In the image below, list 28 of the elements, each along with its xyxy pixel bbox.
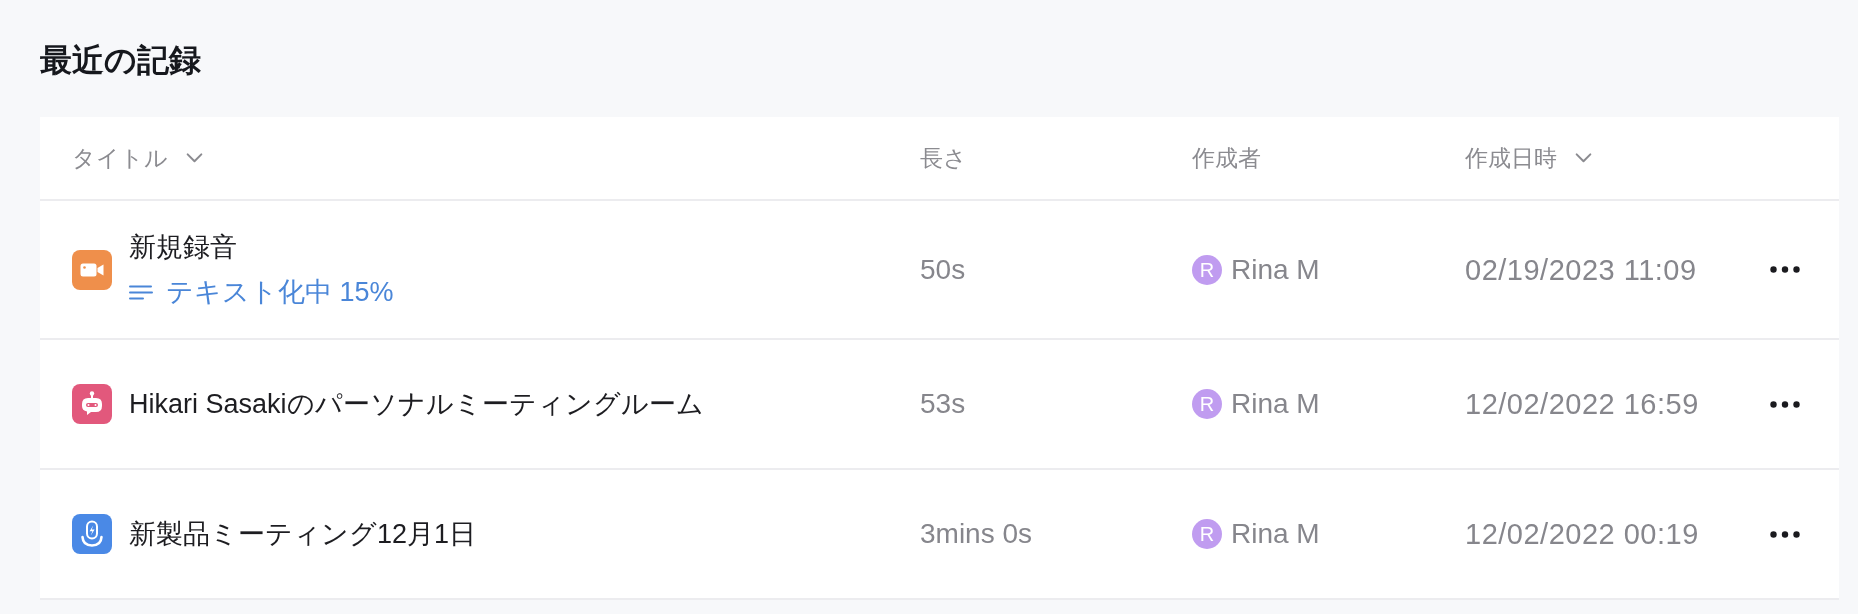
more-icon (1770, 400, 1800, 408)
column-header: 作成者 (1192, 144, 1261, 173)
microphone-icon (72, 514, 112, 554)
created-date: 02/19/2023 11:09 (1465, 252, 1697, 287)
creator-name: Rina M (1231, 387, 1320, 421)
user-avatar: R (1192, 389, 1222, 419)
video-camera-icon (72, 249, 112, 290)
caret-icon (186, 153, 203, 163)
page-title: 最近の記録 (40, 41, 201, 80)
creator-name: Rina M (1231, 517, 1320, 551)
recording-title[interactable]: 新規録音 (129, 231, 394, 263)
creator-name: Rina M (1231, 252, 1320, 287)
column-header: 長さ (920, 144, 967, 173)
caret-icon (1575, 153, 1592, 163)
recording-title[interactable]: Hikari Sasakiのパーソナルミーティングルーム (129, 388, 704, 420)
created-date: 12/02/2022 16:59 (1465, 387, 1699, 421)
duration-text: 53s (920, 387, 966, 421)
recording-title[interactable]: 新製品ミーティング12月1日 (129, 518, 477, 550)
robot-icon (72, 384, 112, 424)
more-icon (1770, 266, 1800, 273)
duration-text: 50s (920, 252, 966, 287)
more-icon (1770, 530, 1800, 538)
user-avatar: R (1192, 254, 1222, 285)
lines-icon (129, 284, 153, 300)
user-avatar: R (1192, 519, 1222, 549)
transcription-status: テキスト化中 15% (166, 276, 394, 308)
created-date: 12/02/2022 00:19 (1465, 517, 1699, 551)
duration-text: 3mins 0s (920, 517, 1033, 551)
